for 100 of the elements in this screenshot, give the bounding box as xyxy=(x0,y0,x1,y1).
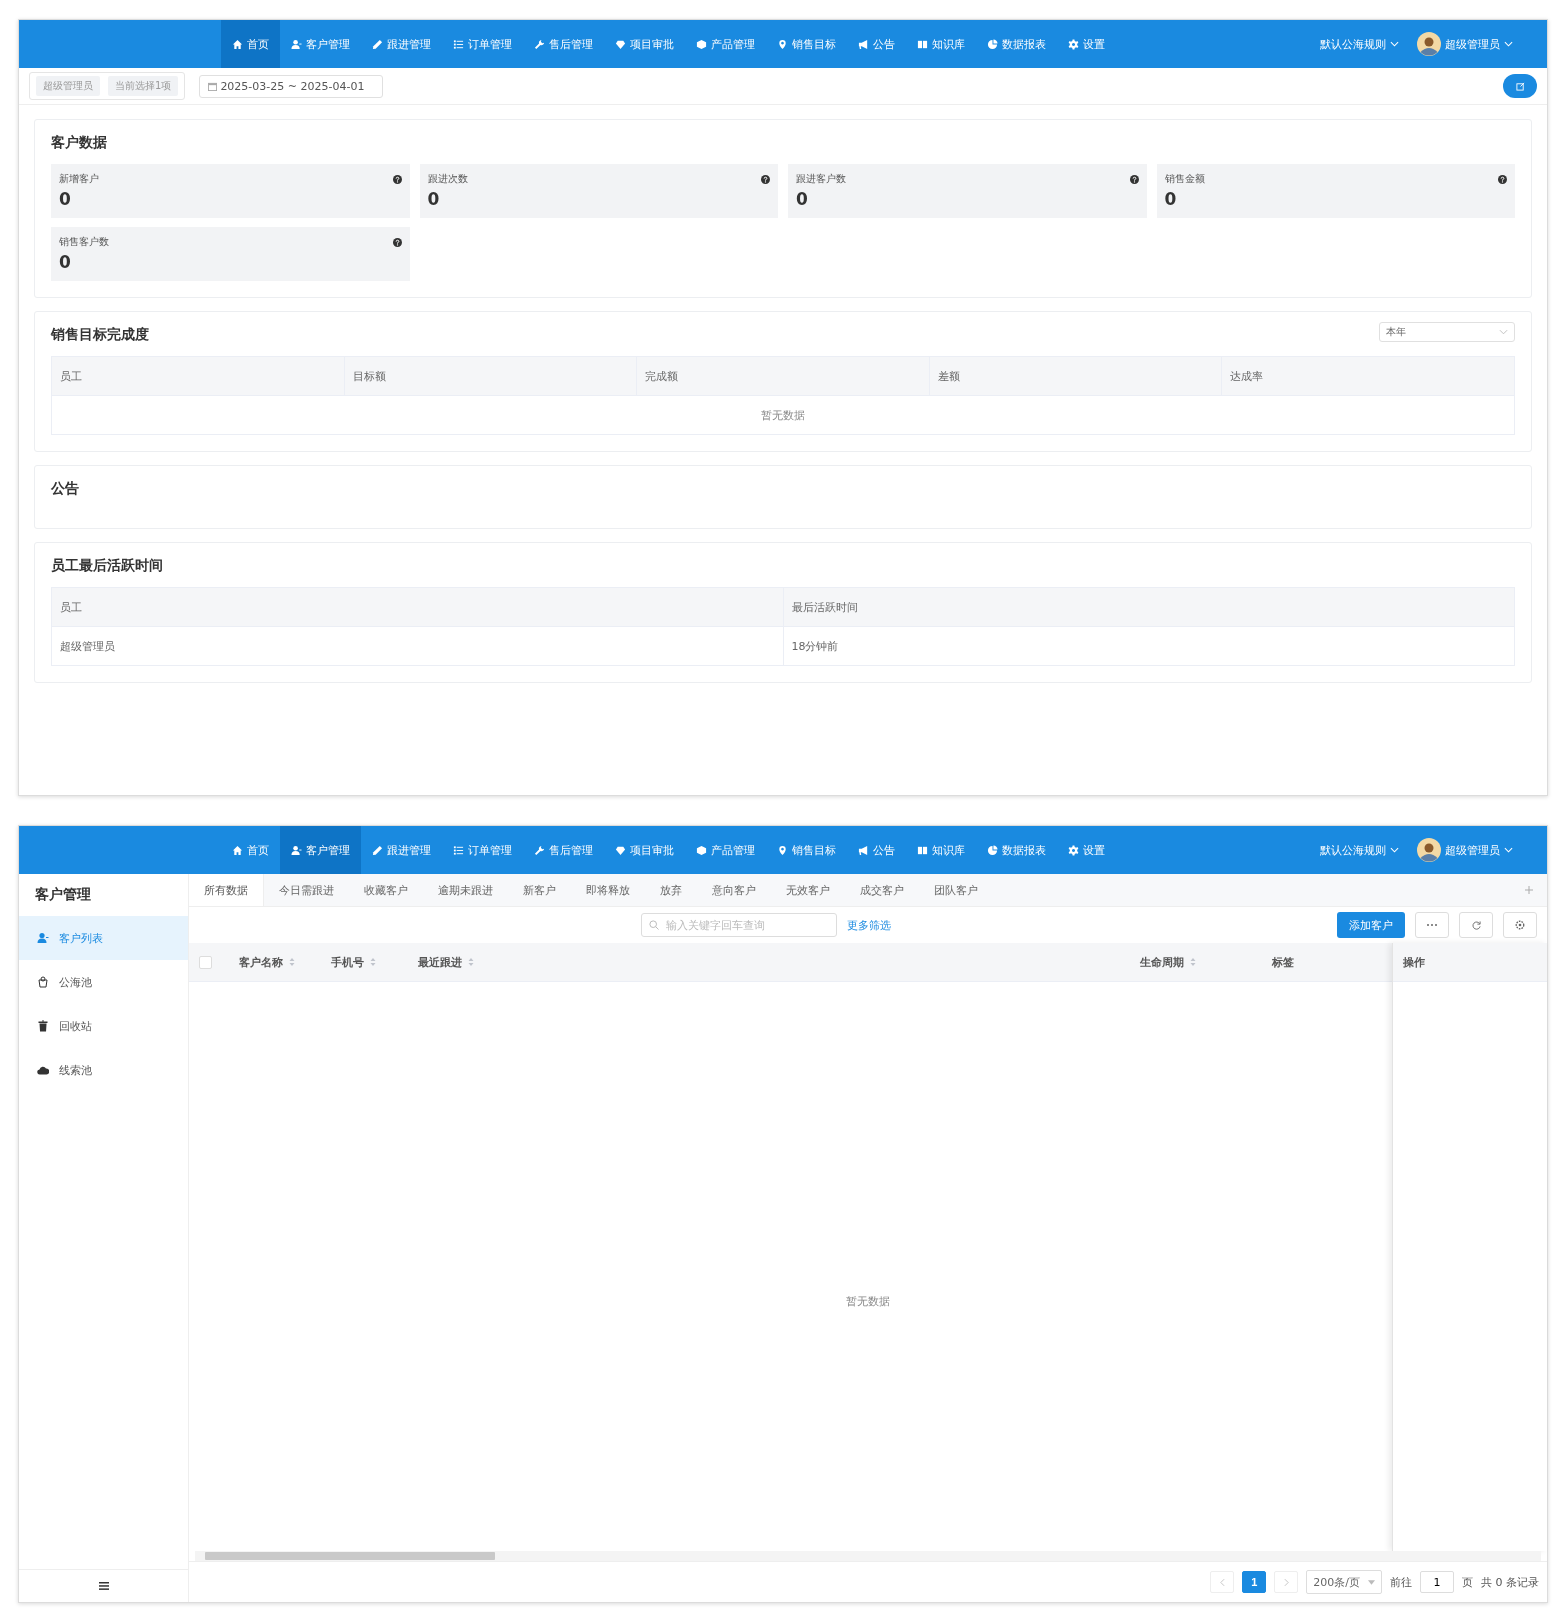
column-header[interactable]: 手机号 xyxy=(331,954,364,970)
nav-item[interactable]: 订单管理 xyxy=(442,826,523,874)
help-icon[interactable] xyxy=(1129,174,1139,184)
nav-item[interactable]: 数据报表 xyxy=(976,20,1057,68)
sort-icon[interactable] xyxy=(289,957,295,967)
edit-button[interactable] xyxy=(1503,74,1537,98)
page-unit-label: 页 xyxy=(1462,1574,1473,1590)
date-range-field[interactable]: 2025-03-25 ~ 2025-04-01 xyxy=(199,74,384,98)
settings-icon xyxy=(1515,920,1525,930)
sort-icon[interactable] xyxy=(468,957,474,967)
filter-tag[interactable]: 超级管理员 xyxy=(36,76,100,96)
sidebar-item[interactable]: 回收站 xyxy=(19,1004,188,1048)
nav-item[interactable]: 数据报表 xyxy=(976,826,1057,874)
more-button[interactable] xyxy=(1415,912,1449,938)
more-filters-link[interactable]: 更多筛选 xyxy=(847,917,891,933)
filter-tag[interactable]: 当前选择1项 xyxy=(108,76,179,96)
nav-item[interactable]: 设置 xyxy=(1057,826,1116,874)
help-icon[interactable] xyxy=(392,174,402,184)
nav-item[interactable]: 销售目标 xyxy=(766,826,847,874)
help-icon[interactable] xyxy=(392,237,402,247)
nav-item[interactable]: 客户管理 xyxy=(280,826,361,874)
filter-tab[interactable]: 团队客户 xyxy=(919,874,993,906)
nav-item[interactable]: 设置 xyxy=(1057,20,1116,68)
previous-page-button[interactable] xyxy=(1210,1571,1235,1593)
column-header[interactable]: 标签 xyxy=(1272,954,1294,970)
nav-item[interactable]: 公告 xyxy=(847,20,906,68)
nav-item[interactable]: 跟进管理 xyxy=(361,20,442,68)
sort-icon[interactable] xyxy=(1190,957,1196,967)
rule-dropdown[interactable]: 默认公海规则 xyxy=(1320,36,1399,52)
megaphone-icon xyxy=(858,844,869,856)
avatar-icon[interactable] xyxy=(1417,32,1441,56)
nav-item[interactable]: 知识库 xyxy=(906,20,976,68)
sidebar-item[interactable]: 公海池 xyxy=(19,960,188,1004)
settings-button[interactable] xyxy=(1503,912,1537,938)
page-size-select[interactable]: 200条/页 xyxy=(1306,1570,1382,1594)
sort-icon[interactable] xyxy=(370,957,376,967)
filter-tab[interactable]: 无效客户 xyxy=(771,874,845,906)
column-header[interactable]: 生命周期 xyxy=(1140,954,1184,970)
stat-value: 0 xyxy=(59,252,72,272)
nav-item[interactable]: 首页 xyxy=(221,20,280,68)
nav-item[interactable]: 售后管理 xyxy=(523,20,604,68)
filter-tab[interactable]: 意向客户 xyxy=(697,874,771,906)
nav-item[interactable]: 跟进管理 xyxy=(361,826,442,874)
nav-item[interactable]: 首页 xyxy=(221,826,280,874)
nav-item[interactable]: 产品管理 xyxy=(685,826,766,874)
filter-tab[interactable]: 即将释放 xyxy=(571,874,645,906)
user-icon xyxy=(291,844,302,856)
column-header[interactable]: 客户名称 xyxy=(239,954,283,970)
nav-item[interactable]: 订单管理 xyxy=(442,20,523,68)
stat-label: 销售金额 xyxy=(1164,172,1205,186)
diamond-icon xyxy=(615,844,626,856)
filter-tab[interactable]: 所有数据 xyxy=(189,874,264,906)
next-page-button[interactable] xyxy=(1274,1571,1299,1593)
select-all-checkbox[interactable] xyxy=(199,955,212,969)
goto-page-field[interactable]: 1 xyxy=(1420,1571,1454,1593)
stat-value: 0 xyxy=(59,189,72,209)
horizontal-scrollbar[interactable] xyxy=(195,1551,1541,1561)
stat-value: 0 xyxy=(1164,189,1178,209)
cloud-icon xyxy=(37,1064,49,1076)
search-field[interactable]: 输入关键字回车查询 xyxy=(641,913,837,937)
nav-item[interactable]: 项目审批 xyxy=(604,20,685,68)
wrench-icon xyxy=(534,844,545,856)
filter-tab[interactable]: 今日需跟进 xyxy=(264,874,349,906)
nav-item[interactable]: 客户管理 xyxy=(280,20,361,68)
home-icon xyxy=(232,38,243,50)
page-number-button[interactable]: 1 xyxy=(1242,1571,1267,1593)
help-icon[interactable] xyxy=(761,174,770,184)
filter-tab[interactable]: 新客户 xyxy=(508,874,571,906)
sidebar-item[interactable]: 客户列表 xyxy=(19,916,188,960)
rule-dropdown[interactable]: 默认公海规则 xyxy=(1320,842,1399,858)
nav-item[interactable]: 销售目标 xyxy=(766,20,847,68)
pen-icon xyxy=(372,38,383,50)
user-menu[interactable]: 超级管理员 xyxy=(1445,36,1513,52)
add-tab-icon[interactable] xyxy=(1525,886,1533,894)
filter-tab[interactable]: 收藏客户 xyxy=(349,874,423,906)
nav-item[interactable]: 项目审批 xyxy=(604,826,685,874)
nav-item[interactable]: 产品管理 xyxy=(685,20,766,68)
nav-item[interactable]: 知识库 xyxy=(906,826,976,874)
menu-icon[interactable] xyxy=(98,1582,109,1590)
refresh-button[interactable] xyxy=(1459,912,1493,938)
add-customer-button[interactable]: 添加客户 xyxy=(1337,912,1405,938)
nav-item[interactable]: 售后管理 xyxy=(523,826,604,874)
column-header: 操作 xyxy=(1403,954,1425,970)
column-header: 差额 xyxy=(928,357,1222,395)
nav-item[interactable]: 公告 xyxy=(847,826,906,874)
filter-tab[interactable]: 放弃 xyxy=(645,874,697,906)
diamond-icon xyxy=(615,38,626,50)
period-select[interactable]: 本年 xyxy=(1379,322,1515,342)
book-icon xyxy=(917,844,928,856)
filter-tab[interactable]: 成交客户 xyxy=(845,874,919,906)
avatar-icon[interactable] xyxy=(1417,838,1441,862)
user-menu[interactable]: 超级管理员 xyxy=(1445,842,1513,858)
filter-tab[interactable]: 逾期未跟进 xyxy=(423,874,508,906)
column-header[interactable]: 最近跟进 xyxy=(418,954,462,970)
sidebar-item[interactable]: 线索池 xyxy=(19,1048,188,1092)
column-header: 目标额 xyxy=(343,357,637,395)
cube-icon xyxy=(696,844,707,856)
pie-chart-icon xyxy=(987,844,998,856)
stat-label: 销售客户数 xyxy=(59,235,109,249)
help-icon[interactable] xyxy=(1498,174,1507,184)
